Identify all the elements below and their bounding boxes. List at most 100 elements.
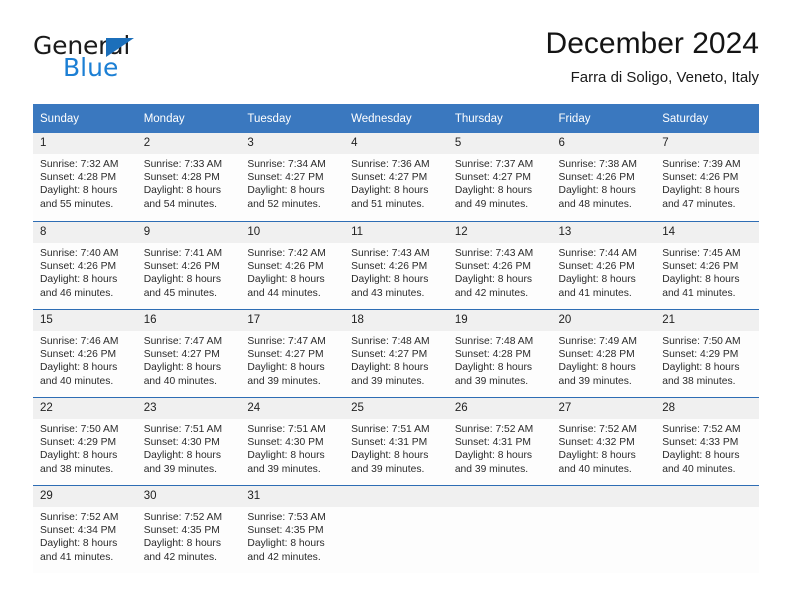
calendar-cell[interactable]: 25 Sunrise: 7:51 AM Sunset: 4:31 PM Dayligh… [344, 397, 448, 485]
calendar-cell[interactable]: 20 Sunrise: 7:49 AM Sunset: 4:28 PM Dayligh… [551, 309, 656, 397]
daylight-text-line2: and 39 minutes. [454, 375, 529, 387]
day-number: 11 [344, 222, 448, 243]
daylight-text-line2: and 39 minutes. [351, 463, 425, 475]
daylight-text-line1: Daylight: 8 hours [40, 274, 118, 286]
calendar-cell[interactable]: 9 Sunrise: 7:41 AM Sunset: 4:26 PM Daylight… [136, 221, 241, 309]
day-number: 23 [136, 398, 241, 419]
daylight-text-line1: Daylight: 8 hours [558, 274, 636, 286]
calendar-cell[interactable]: 27 Sunrise: 7:52 AM Sunset: 4:32 PM Dayligh… [551, 397, 656, 485]
calendar-cell[interactable]: 10 Sunrise: 7:42 AM Sunset: 4:26 PM Dayligh… [240, 221, 345, 309]
daylight-text-line2: and 45 minutes. [143, 287, 217, 299]
day-number: 15 [33, 310, 137, 331]
daylight-text-line1: Daylight: 8 hours [454, 362, 533, 374]
sunset-text: Sunset: 4:28 PM [454, 349, 531, 361]
day-details: Sunrise: 7:45 AM Sunset: 4:26 PM Daylight:… [655, 243, 759, 300]
day-number: 21 [655, 310, 759, 331]
page-subtitle: Farra di Soligo, Veneto, Italy [570, 69, 759, 86]
sunrise-text: Sunrise: 7:50 AM [662, 336, 741, 347]
daylight-text-line1: Daylight: 8 hours [351, 185, 429, 197]
calendar-week-row: 29 Sunrise: 7:52 AM Sunset: 4:34 PM Dayligh… [33, 485, 759, 573]
sunset-text: Sunset: 4:28 PM [143, 172, 220, 184]
daylight-text-line2: and 46 minutes. [40, 287, 114, 299]
day-details: Sunrise: 7:44 AM Sunset: 4:26 PM Daylight:… [552, 243, 656, 300]
day-details: Sunrise: 7:48 AM Sunset: 4:28 PM Daylight:… [448, 331, 552, 388]
calendar-cell[interactable]: 7 Sunrise: 7:39 AM Sunset: 4:26 PM Daylight… [655, 133, 759, 221]
day-details [344, 507, 448, 511]
calendar-cell[interactable]: 28 Sunrise: 7:52 AM Sunset: 4:33 PM Dayligh… [655, 397, 759, 485]
calendar-cell[interactable]: 31 Sunrise: 7:53 AM Sunset: 4:35 PM Dayligh… [240, 485, 345, 573]
calendar-cell[interactable]: 22 Sunrise: 7:50 AM Sunset: 4:29 PM Dayligh… [33, 397, 137, 485]
daylight-text-line1: Daylight: 8 hours [40, 450, 118, 462]
sunset-text: Sunset: 4:27 PM [247, 349, 324, 361]
daylight-text-line1: Daylight: 8 hours [247, 362, 325, 374]
daylight-text-line2: and 38 minutes. [40, 463, 114, 475]
calendar-cell[interactable]: 19 Sunrise: 7:48 AM Sunset: 4:28 PM Dayligh… [447, 309, 552, 397]
sunrise-text: Sunrise: 7:41 AM [143, 248, 223, 259]
calendar-cell[interactable]: 29 Sunrise: 7:52 AM Sunset: 4:34 PM Dayligh… [33, 485, 137, 573]
day-details: Sunrise: 7:51 AM Sunset: 4:31 PM Daylight:… [344, 419, 448, 476]
daylight-text-line2: and 38 minutes. [662, 375, 736, 387]
calendar-cell[interactable]: 21 Sunrise: 7:50 AM Sunset: 4:29 PM Dayligh… [655, 309, 759, 397]
day-details [655, 507, 759, 511]
sunrise-text: Sunrise: 7:51 AM [247, 424, 326, 435]
daylight-text-line1: Daylight: 8 hours [558, 362, 636, 374]
day-details: Sunrise: 7:42 AM Sunset: 4:26 PM Daylight:… [240, 243, 344, 300]
calendar-cell[interactable]: 26 Sunrise: 7:52 AM Sunset: 4:31 PM Dayligh… [447, 397, 552, 485]
calendar-cell[interactable]: 18 Sunrise: 7:48 AM Sunset: 4:27 PM Dayligh… [344, 309, 448, 397]
day-number: 16 [136, 310, 241, 331]
logo-text-blue: Blue [63, 53, 119, 82]
day-number: 14 [655, 222, 759, 243]
sunrise-text: Sunrise: 7:37 AM [454, 159, 534, 170]
sunset-text: Sunset: 4:33 PM [662, 437, 739, 449]
calendar-cell[interactable]: 2 Sunrise: 7:33 AM Sunset: 4:28 PM Daylight… [136, 133, 241, 221]
calendar-cell[interactable]: 15 Sunrise: 7:46 AM Sunset: 4:26 PM Dayligh… [33, 309, 137, 397]
calendar-cell[interactable]: 14 Sunrise: 7:45 AM Sunset: 4:26 PM Dayligh… [655, 221, 759, 309]
daylight-text-line1: Daylight: 8 hours [247, 274, 325, 286]
sunrise-text: Sunrise: 7:50 AM [40, 424, 119, 435]
daylight-text-line1: Daylight: 8 hours [454, 274, 533, 286]
sunrise-text: Sunrise: 7:40 AM [40, 248, 119, 259]
daylight-text-line1: Daylight: 8 hours [247, 538, 325, 550]
day-details: Sunrise: 7:48 AM Sunset: 4:27 PM Daylight:… [344, 331, 448, 388]
daylight-text-line2: and 41 minutes. [40, 551, 114, 563]
daylight-text-line2: and 40 minutes. [40, 375, 114, 387]
calendar-cell[interactable]: 6 Sunrise: 7:38 AM Sunset: 4:26 PM Daylight… [551, 133, 656, 221]
daylight-text-line2: and 39 minutes. [143, 463, 217, 475]
daylight-text-line1: Daylight: 8 hours [247, 450, 325, 462]
calendar-cell[interactable]: 4 Sunrise: 7:36 AM Sunset: 4:27 PM Daylight… [344, 133, 448, 221]
day-details: Sunrise: 7:53 AM Sunset: 4:35 PM Daylight:… [240, 507, 344, 564]
calendar-cell[interactable]: 23 Sunrise: 7:51 AM Sunset: 4:30 PM Dayligh… [136, 397, 241, 485]
daylight-text-line2: and 42 minutes. [247, 551, 321, 563]
calendar-cell[interactable]: 12 Sunrise: 7:43 AM Sunset: 4:26 PM Dayligh… [447, 221, 552, 309]
sunset-text: Sunset: 4:26 PM [40, 261, 117, 273]
sunset-text: Sunset: 4:32 PM [558, 437, 635, 449]
day-number: 5 [447, 133, 552, 154]
calendar-cell[interactable]: 13 Sunrise: 7:44 AM Sunset: 4:26 PM Dayligh… [551, 221, 656, 309]
calendar-cell[interactable]: 1 Sunrise: 7:32 AM Sunset: 4:28 PM Daylight… [33, 133, 137, 221]
calendar-cell[interactable]: 16 Sunrise: 7:47 AM Sunset: 4:27 PM Dayligh… [136, 309, 241, 397]
day-details: Sunrise: 7:52 AM Sunset: 4:32 PM Daylight:… [552, 419, 656, 476]
calendar-cell[interactable]: 30 Sunrise: 7:52 AM Sunset: 4:35 PM Dayligh… [136, 485, 241, 573]
day-number: 24 [240, 398, 345, 419]
day-number: 28 [655, 398, 759, 419]
day-number [551, 486, 656, 507]
calendar-cell-empty [655, 485, 759, 573]
day-details: Sunrise: 7:52 AM Sunset: 4:33 PM Daylight:… [655, 419, 759, 476]
calendar-cell[interactable]: 11 Sunrise: 7:43 AM Sunset: 4:26 PM Dayligh… [344, 221, 448, 309]
day-number: 7 [655, 133, 759, 154]
calendar-cell[interactable]: 17 Sunrise: 7:47 AM Sunset: 4:27 PM Dayligh… [240, 309, 345, 397]
weekday-header-monday: Monday [136, 104, 241, 133]
daylight-text-line1: Daylight: 8 hours [558, 450, 636, 462]
sunset-text: Sunset: 4:28 PM [40, 172, 117, 184]
sunset-text: Sunset: 4:30 PM [247, 437, 324, 449]
daylight-text-line1: Daylight: 8 hours [143, 185, 221, 197]
calendar-cell[interactable]: 3 Sunrise: 7:34 AM Sunset: 4:27 PM Daylight… [240, 133, 345, 221]
calendar-cell[interactable]: 5 Sunrise: 7:37 AM Sunset: 4:27 PM Daylight… [447, 133, 552, 221]
sunset-text: Sunset: 4:26 PM [40, 349, 117, 361]
calendar-cell[interactable]: 8 Sunrise: 7:40 AM Sunset: 4:26 PM Daylight… [33, 221, 137, 309]
calendar-cell[interactable]: 24 Sunrise: 7:51 AM Sunset: 4:30 PM Dayligh… [240, 397, 345, 485]
day-number: 29 [33, 486, 137, 507]
sunrise-text: Sunrise: 7:39 AM [662, 159, 741, 170]
sunset-text: Sunset: 4:31 PM [454, 437, 531, 449]
weekday-header-thursday: Thursday [447, 104, 552, 133]
